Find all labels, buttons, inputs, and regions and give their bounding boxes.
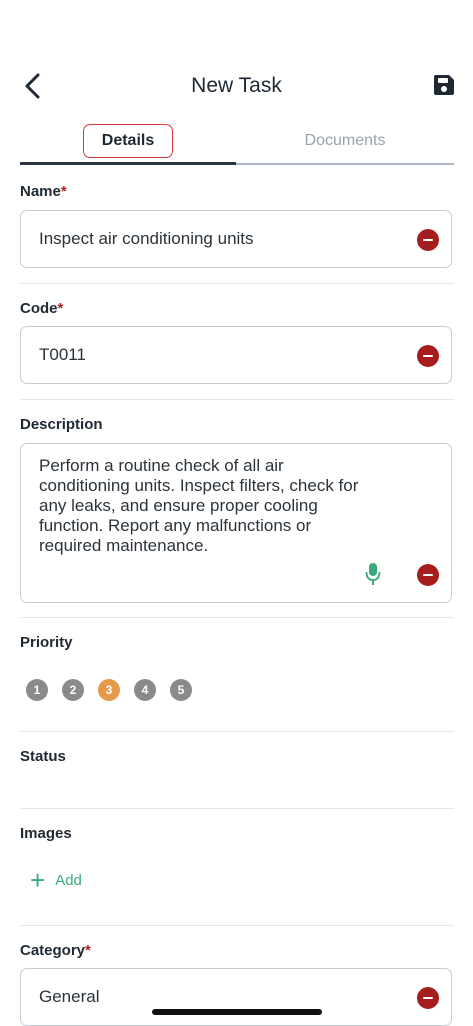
add-image-button[interactable]: + Add <box>30 865 82 895</box>
priority-selector: 1 2 3 4 5 <box>26 679 192 701</box>
priority-option-1[interactable]: 1 <box>26 679 48 701</box>
priority-option-3[interactable]: 3 <box>98 679 120 701</box>
header: New Task <box>0 60 473 112</box>
page-title: New Task <box>191 74 282 97</box>
tab-indicator-active <box>20 162 236 165</box>
priority-option-2[interactable]: 2 <box>62 679 84 701</box>
code-value: T0011 <box>39 345 86 364</box>
save-button[interactable] <box>431 72 457 98</box>
plus-icon: + <box>30 865 46 895</box>
add-image-label: Add <box>55 871 82 889</box>
name-value: Inspect air conditioning units <box>39 229 254 248</box>
tab-details-label: Details <box>82 124 174 158</box>
priority-label: Priority <box>20 634 73 651</box>
tab-documents[interactable]: Documents <box>236 120 454 162</box>
divider <box>20 399 454 400</box>
description-value: Perform a routine check of all air condi… <box>39 456 359 555</box>
code-field[interactable]: T0011 <box>20 326 452 384</box>
priority-option-5[interactable]: 5 <box>170 679 192 701</box>
divider <box>20 808 454 809</box>
floppy-disk-icon <box>434 75 454 95</box>
category-value: General <box>39 987 100 1006</box>
category-field[interactable]: General <box>20 968 452 1026</box>
divider <box>20 925 454 926</box>
priority-option-4[interactable]: 4 <box>134 679 156 701</box>
name-label: Name* <box>20 183 67 200</box>
divider <box>20 283 454 284</box>
description-label: Description <box>20 416 103 433</box>
microphone-button[interactable] <box>365 562 381 586</box>
tab-indicator <box>236 163 454 165</box>
clear-category-button[interactable] <box>417 987 439 1009</box>
images-label: Images <box>20 825 72 842</box>
tab-details[interactable]: Details <box>20 120 236 162</box>
clear-name-button[interactable] <box>417 229 439 251</box>
description-field[interactable]: Perform a routine check of all air condi… <box>20 443 452 603</box>
category-label: Category* <box>20 942 91 959</box>
status-label: Status <box>20 748 66 765</box>
clear-code-button[interactable] <box>417 345 439 367</box>
code-label: Code* <box>20 300 64 317</box>
microphone-icon <box>365 563 381 585</box>
divider <box>20 731 454 732</box>
name-field[interactable]: Inspect air conditioning units <box>20 210 452 268</box>
home-indicator <box>152 1009 322 1015</box>
divider <box>20 617 454 618</box>
tab-bar: Details Documents <box>20 120 454 166</box>
clear-description-button[interactable] <box>417 564 439 586</box>
